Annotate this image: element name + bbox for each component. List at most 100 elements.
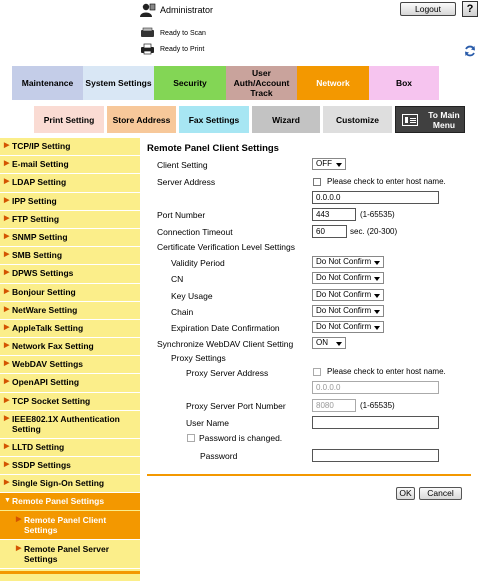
password-changed-checkbox[interactable]	[187, 434, 195, 442]
user-name-input[interactable]	[312, 416, 439, 429]
chevron-right-icon: ▶	[4, 360, 10, 367]
server-host-name-checkbox[interactable]	[313, 178, 321, 186]
sidebar-separator	[0, 373, 140, 374]
proxy-server-address-input[interactable]: 0.0.0.0	[312, 381, 439, 394]
sidebar-item[interactable]: ▶ NetWare Setting	[0, 305, 140, 319]
tab-customize[interactable]: Customize	[323, 106, 392, 133]
password-label: Password	[200, 451, 238, 461]
sidebar-separator	[0, 173, 140, 174]
chevron-right-icon: ▶	[4, 324, 10, 331]
sidebar-item[interactable]: ▶ TCP/IP Setting	[0, 141, 140, 155]
ok-button[interactable]: OK	[396, 487, 415, 500]
chevron-right-icon: ▶	[4, 197, 10, 204]
cert-verification-label: Certificate Verification Level Settings	[157, 242, 295, 252]
chevron-right-icon: ▶	[4, 142, 10, 149]
sidebar-item[interactable]: ▶ SNMP Setting	[0, 232, 140, 246]
connection-timeout-input[interactable]: 60	[312, 225, 347, 238]
sidebar-item[interactable]: ▶ SSDP Settings	[0, 460, 140, 474]
chevron-right-icon: ▶	[4, 378, 10, 385]
client-setting-select[interactable]: OFF	[312, 158, 346, 170]
proxy-port-input[interactable]: 8080	[312, 399, 356, 412]
sidebar-item-label: DPWS Settings	[12, 268, 74, 278]
sidebar-item[interactable]: ▶ Bonjour Setting	[0, 287, 140, 301]
chevron-right-icon: ▶	[4, 178, 10, 185]
tab-store-address[interactable]: Store Address	[107, 106, 176, 133]
sidebar-bottom-stripe	[0, 571, 140, 574]
expiration-date-select[interactable]: Do Not Confirm	[312, 321, 384, 333]
cancel-button[interactable]: Cancel	[419, 487, 462, 500]
sidebar-item[interactable]: ▶ LDAP Setting	[0, 177, 140, 192]
tab-print-setting[interactable]: Print Setting	[34, 106, 104, 133]
sidebar-item[interactable]: ▶ E-mail Setting	[0, 159, 140, 173]
sync-webdav-select[interactable]: ON	[312, 337, 346, 349]
tab-maintenance[interactable]: Maintenance	[12, 66, 83, 100]
user-name-label: User Name	[186, 418, 229, 428]
sidebar-item-label: LDAP Setting	[12, 177, 67, 187]
sidebar-item-label: IPP Setting	[12, 196, 57, 206]
tab-wizard[interactable]: Wizard	[252, 106, 320, 133]
sidebar-item[interactable]: ▶ WebDAV Settings	[0, 359, 140, 373]
sidebar-item[interactable]: ▶ IEEE802.1X Authentication Setting	[0, 414, 140, 438]
chevron-right-icon: ▶	[4, 479, 10, 486]
sidebar-item-label: Remote Panel Settings	[12, 496, 105, 506]
sidebar-item-label: OpenAPI Setting	[12, 377, 80, 387]
tab-fax-settings[interactable]: Fax Settings	[179, 106, 249, 133]
chevron-right-icon: ▶	[4, 233, 10, 240]
tab-user-auth-account-track[interactable]: User Auth/Account Track	[226, 66, 297, 100]
sidebar-item-remote-panel-settings[interactable]: ▼ Remote Panel Settings	[0, 493, 140, 510]
sidebar-item[interactable]: ▶ Single Sign-On Setting	[0, 478, 140, 492]
sidebar-item-label: Network Fax Setting	[12, 341, 94, 351]
cn-select[interactable]: Do Not Confirm	[312, 272, 384, 284]
sidebar-item[interactable]: ▶ Network Fax Setting	[0, 341, 140, 355]
sidebar-subitem-remote-panel-client[interactable]: ▶ Remote Panel Client Settings	[0, 511, 140, 539]
validity-period-select[interactable]: Do Not Confirm	[312, 256, 384, 268]
proxy-port-range-text: (1-65535)	[360, 401, 395, 410]
form-divider	[147, 474, 471, 476]
page: Administrator Logout ? Ready to Scan Rea…	[0, 0, 500, 581]
chevron-right-icon: ▶	[4, 251, 10, 258]
chain-select[interactable]: Do Not Confirm	[312, 305, 384, 317]
user-label: Administrator	[160, 5, 214, 15]
proxy-host-name-check-label: Please check to enter host name.	[327, 367, 446, 376]
refresh-icon[interactable]	[463, 44, 477, 58]
tab-box[interactable]: Box	[369, 66, 439, 100]
chevron-right-icon: ▶	[4, 397, 10, 404]
proxy-host-name-checkbox[interactable]	[313, 368, 321, 376]
sidebar-separator	[0, 410, 140, 411]
chevron-right-icon: ▶	[4, 306, 10, 313]
server-address-label: Server Address	[157, 177, 216, 187]
sidebar-item-label: SSDP Settings	[12, 460, 71, 470]
sidebar-item[interactable]: ▶ OpenAPI Setting	[0, 377, 140, 392]
sidebar-separator	[0, 337, 140, 338]
sidebar-item[interactable]: ▶ FTP Setting	[0, 214, 140, 228]
server-address-input[interactable]: 0.0.0.0	[312, 191, 439, 204]
sidebar-item[interactable]: ▶ AppleTalk Setting	[0, 323, 140, 337]
sidebar-item-label: SNMP Setting	[12, 232, 68, 242]
sidebar-separator	[0, 264, 140, 265]
to-main-menu-button[interactable]: To Main Menu	[395, 106, 465, 133]
sidebar-item[interactable]: ▶ IPP Setting	[0, 196, 140, 210]
sidebar-separator	[0, 246, 140, 247]
sidebar-item[interactable]: ▶ TCP Socket Setting	[0, 396, 140, 410]
tab-network[interactable]: Network	[297, 66, 369, 100]
logout-button[interactable]: Logout	[400, 2, 456, 16]
sidebar-separator	[0, 392, 140, 393]
sidebar-separator	[0, 301, 140, 302]
proxy-port-label: Proxy Server Port Number	[186, 401, 286, 411]
chevron-right-icon: ▶	[4, 342, 10, 349]
sidebar-item-label: E-mail Setting	[12, 159, 69, 169]
sidebar-item[interactable]: ▶ SMB Setting	[0, 250, 140, 264]
help-button[interactable]: ?	[462, 1, 478, 17]
tab-system-settings[interactable]: System Settings	[83, 66, 154, 100]
password-changed-label: Password is changed.	[199, 433, 283, 443]
key-usage-select[interactable]: Do Not Confirm	[312, 289, 384, 301]
port-number-input[interactable]: 443	[312, 208, 356, 221]
sidebar-item[interactable]: ▶ DPWS Settings	[0, 268, 140, 283]
password-input[interactable]	[312, 449, 439, 462]
sidebar-separator	[0, 155, 140, 156]
tab-security[interactable]: Security	[154, 66, 226, 100]
sidebar-subitem-remote-panel-server[interactable]: ▶ Remote Panel Server Settings	[0, 540, 140, 568]
printer-icon	[141, 43, 154, 55]
sidebar-item-label: Single Sign-On Setting	[12, 478, 105, 488]
sidebar-item[interactable]: ▶ LLTD Setting	[0, 442, 140, 456]
